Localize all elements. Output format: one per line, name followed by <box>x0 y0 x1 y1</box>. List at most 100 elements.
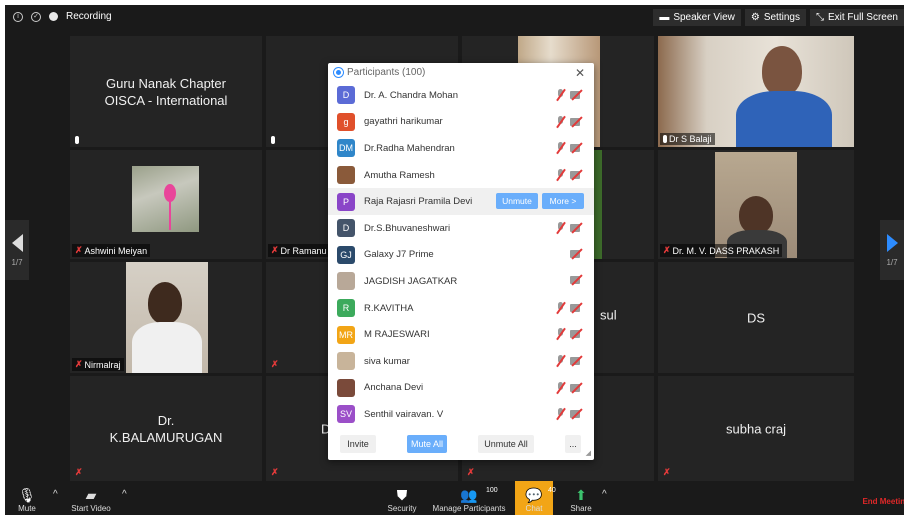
participant-name: Galaxy J7 Prime <box>364 249 434 261</box>
tile-name-tag: ✗ <box>268 358 282 371</box>
tile-name-tag: ✗ Dr Ramanu <box>268 244 330 257</box>
video-tile-active-speaker[interactable]: Dr S Balaji <box>658 36 854 147</box>
participant-display-text: Guru Nanak Chapter OISCA - International <box>104 75 228 108</box>
microphone-muted-icon[interactable] <box>555 381 566 394</box>
shield-icon[interactable]: ✓ <box>31 11 41 22</box>
video-off-icon <box>570 170 584 180</box>
mute-button[interactable]: 🎙 Mute <box>15 481 39 515</box>
microphone-muted-icon[interactable] <box>555 408 566 420</box>
video-off-icon <box>570 383 584 393</box>
participant-status-icons <box>555 354 584 367</box>
participant-row[interactable]: Amutha Ramesh <box>328 162 594 189</box>
video-tile[interactable]: ✗ Dr. M. V. DASS PRAKASH <box>658 150 854 259</box>
microphone-muted-icon[interactable] <box>555 168 566 181</box>
manage-participants-label: Manage Participants <box>432 504 506 513</box>
tile-name-tag: ✗ Dr. M. V. DASS PRAKASH <box>660 244 783 257</box>
video-off-icon <box>570 249 584 259</box>
previous-page-button[interactable]: 1/7 <box>5 220 29 280</box>
participant-name: M RAJESWARI <box>364 329 430 341</box>
start-video-label: Start Video <box>71 504 111 513</box>
more-button[interactable]: More > <box>542 193 584 210</box>
participant-display-text: Dr. K.BALAMURUGAN <box>109 412 223 445</box>
video-off-icon <box>570 275 584 285</box>
participant-status-icons <box>555 89 584 101</box>
microphone-icon <box>271 136 275 144</box>
share-screen-button[interactable]: ⬆ Share <box>568 481 594 515</box>
participant-video <box>126 262 208 373</box>
video-tile[interactable]: Guru Nanak Chapter OISCA - International <box>70 36 262 147</box>
participant-count: 100 <box>486 487 498 494</box>
participants-panel-title: Participants (100) <box>347 67 426 78</box>
participant-row[interactable]: SV Senthil vairavan. V <box>328 401 594 428</box>
participants-panel: Participants (100) ✕ D Dr. A. Chandra Moh… <box>328 63 594 460</box>
video-tile[interactable]: ✗ Nirmalraj <box>70 262 262 373</box>
participant-row[interactable]: P Raja Rajasri Pramila Devi Unmute More > <box>328 188 594 215</box>
settings-label: Settings <box>763 12 800 23</box>
next-page-button[interactable]: 1/7 <box>880 220 904 280</box>
video-off-icon <box>570 223 584 233</box>
avatar: SV <box>337 405 355 424</box>
video-off-icon <box>570 356 584 366</box>
chevron-up-icon[interactable]: ^ <box>602 489 607 500</box>
participants-list[interactable]: D Dr. A. Chandra Mohan g gayathri harikumar… <box>328 82 594 428</box>
info-icon[interactable]: i <box>13 11 23 22</box>
participant-row[interactable]: siva kumar <box>328 348 594 375</box>
video-tile[interactable]: Dr. K.BALAMURUGAN ✗ <box>70 376 262 481</box>
participant-row[interactable]: DM Dr.Radha Mahendran <box>328 135 594 162</box>
participant-row[interactable]: R R.KAVITHA <box>328 295 594 322</box>
tile-name-tag: ✗ <box>268 466 282 479</box>
end-meeting-button[interactable]: End Meeting <box>862 497 904 506</box>
participant-row[interactable]: MR M RAJESWARI <box>328 321 594 348</box>
avatar: g <box>337 112 355 131</box>
microphone-muted-icon: ✗ <box>75 359 83 369</box>
video-tile[interactable]: ✗ Ashwini Meiyan <box>70 150 262 259</box>
participant-name: Raja Rajasri Pramila Devi <box>364 196 473 208</box>
microphone-muted-icon[interactable] <box>555 301 566 314</box>
video-tile[interactable]: subha craj ✗ <box>658 376 854 481</box>
chevron-up-icon[interactable]: ^ <box>53 489 58 500</box>
settings-button[interactable]: ⚙ Settings <box>744 9 806 26</box>
close-icon[interactable]: ✕ <box>575 66 585 80</box>
participant-name: Anchana Devi <box>364 382 424 394</box>
participant-row[interactable]: g gayathri harikumar <box>328 109 594 136</box>
video-tile[interactable]: DS <box>658 262 854 373</box>
microphone-muted-icon[interactable] <box>555 142 566 154</box>
participant-row[interactable]: JAGDISH JAGATKAR <box>328 268 594 295</box>
chevron-up-icon[interactable]: ^ <box>122 489 127 500</box>
start-video-button[interactable]: ▰ Start Video <box>69 481 113 515</box>
resize-handle-icon[interactable]: ◢ <box>586 449 591 457</box>
participant-name: Dr. A. Chandra Mohan <box>364 89 458 101</box>
invite-button[interactable]: Invite <box>340 435 376 453</box>
microphone-icon <box>75 136 79 144</box>
avatar: P <box>337 192 355 211</box>
participant-display-text: subha craj <box>726 421 786 436</box>
microphone-muted-icon[interactable] <box>555 221 566 234</box>
microphone-muted-icon[interactable] <box>555 115 566 128</box>
mute-all-button[interactable]: Mute All <box>407 435 447 453</box>
microphone-icon: 🎙 <box>18 487 36 503</box>
participant-video <box>132 166 199 232</box>
tile-name-tag: ✗ Nirmalraj <box>72 358 124 371</box>
tile-name-tag: Dr S Balaji <box>660 133 715 145</box>
microphone-muted-icon[interactable] <box>555 89 566 101</box>
security-button[interactable]: ⛊ Security <box>385 481 419 515</box>
participant-row[interactable]: D Dr.S.Bhuvaneshwari <box>328 215 594 242</box>
unmute-button[interactable]: Unmute <box>496 193 538 210</box>
unmute-all-button[interactable]: Unmute All <box>478 435 534 453</box>
microphone-icon <box>663 135 667 143</box>
recording-icon <box>49 12 58 21</box>
participant-name: Senthil vairavan. V <box>364 408 444 420</box>
exit-fullscreen-button[interactable]: ⤡ Exit Full Screen <box>809 9 904 26</box>
participant-row[interactable]: D Dr. A. Chandra Mohan <box>328 82 594 109</box>
participant-row[interactable]: GJ Galaxy J7 Prime <box>328 242 594 269</box>
more-options-button[interactable]: ... <box>565 435 581 453</box>
microphone-muted-icon[interactable] <box>555 354 566 367</box>
participants-panel-header: Participants (100) ✕ <box>328 63 594 82</box>
share-label: Share <box>570 504 592 513</box>
participant-name: Dr.S.Bhuvaneshwari <box>364 222 451 234</box>
speaker-view-button[interactable]: ▬ Speaker View <box>653 9 741 26</box>
participant-row[interactable]: Anchana Devi <box>328 375 594 402</box>
participant-status-icons <box>570 275 584 285</box>
microphone-muted-icon[interactable] <box>555 328 566 340</box>
top-left-status: i ✓ Recording <box>13 11 112 22</box>
